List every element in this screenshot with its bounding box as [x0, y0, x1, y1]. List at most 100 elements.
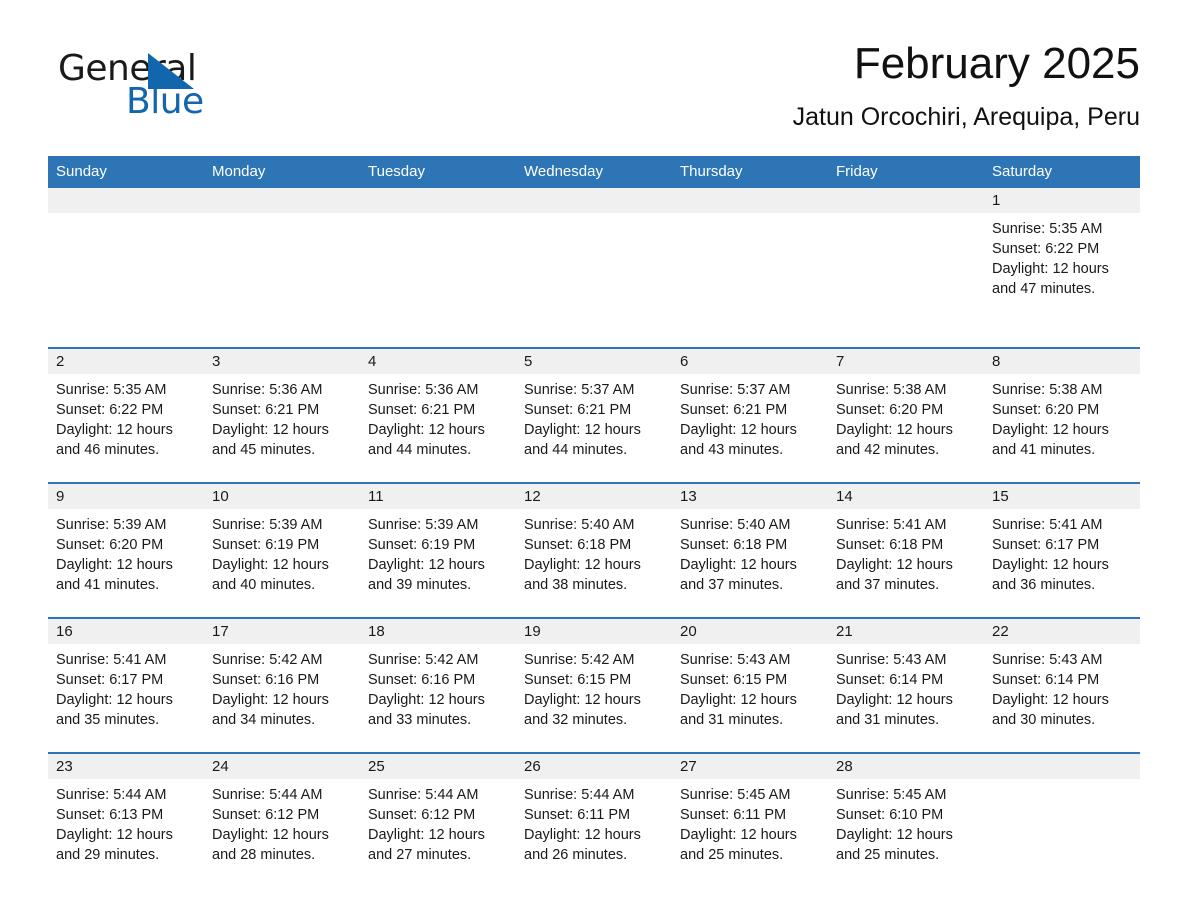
day-sunrise-text: Sunrise: 5:44 AM: [56, 787, 167, 803]
day-number: 4: [360, 349, 516, 374]
day-daylight-line1-text: Daylight: 12 hours: [524, 827, 641, 843]
day-number: [672, 188, 828, 213]
day-number: [984, 754, 1140, 779]
calendar-day-cell[interactable]: 28 Sunrise: 5:45 AM Sunset: 6:10 PM Dayligh…: [828, 754, 984, 875]
calendar-day-cell-empty: [204, 188, 360, 335]
weekday-header-row: Sunday Monday Tuesday Wednesday Thursday…: [48, 156, 1140, 188]
day-details: [204, 213, 360, 335]
day-number: 19: [516, 619, 672, 644]
day-number: 2: [48, 349, 204, 374]
day-sunrise-text: Sunrise: 5:45 AM: [836, 787, 947, 803]
calendar-day-cell[interactable]: 14 Sunrise: 5:41 AM Sunset: 6:18 PM Dayligh…: [828, 484, 984, 605]
day-daylight-line2-text: and 44 minutes.: [368, 442, 472, 458]
day-details: Sunrise: 5:41 AM Sunset: 6:17 PM Daylight:…: [984, 509, 1140, 605]
day-sunset-text: Sunset: 6:17 PM: [56, 672, 164, 688]
calendar-day-cell[interactable]: 10 Sunrise: 5:39 AM Sunset: 6:19 PM Dayligh…: [204, 484, 360, 605]
brand-logo[interactable]: General Blue: [48, 38, 308, 121]
day-number: 10: [204, 484, 360, 509]
weekday-header-wednesday: Wednesday: [524, 163, 603, 180]
weekday-header-sunday: Sunday: [56, 163, 107, 180]
day-details: Sunrise: 5:39 AM Sunset: 6:19 PM Daylight:…: [204, 509, 360, 605]
day-sunrise-text: Sunrise: 5:40 AM: [680, 517, 791, 533]
calendar-day-cell[interactable]: 6 Sunrise: 5:37 AM Sunset: 6:21 PM Daylight…: [672, 349, 828, 470]
day-daylight-line2-text: and 29 minutes.: [56, 847, 160, 863]
day-daylight-line2-text: and 40 minutes.: [212, 577, 316, 593]
day-daylight-line1-text: Daylight: 12 hours: [368, 422, 485, 438]
calendar-day-cell[interactable]: 13 Sunrise: 5:40 AM Sunset: 6:18 PM Dayligh…: [672, 484, 828, 605]
day-daylight-line2-text: and 37 minutes.: [680, 577, 784, 593]
calendar-day-cell[interactable]: 15 Sunrise: 5:41 AM Sunset: 6:17 PM Dayligh…: [984, 484, 1140, 605]
day-daylight-line2-text: and 28 minutes.: [212, 847, 316, 863]
day-daylight-line1-text: Daylight: 12 hours: [212, 422, 329, 438]
day-sunrise-text: Sunrise: 5:42 AM: [212, 652, 323, 668]
day-sunset-text: Sunset: 6:17 PM: [992, 537, 1100, 553]
calendar-day-cell[interactable]: 9 Sunrise: 5:39 AM Sunset: 6:20 PM Daylight…: [48, 484, 204, 605]
day-daylight-line1-text: Daylight: 12 hours: [836, 557, 953, 573]
day-sunrise-text: Sunrise: 5:44 AM: [368, 787, 479, 803]
day-details: Sunrise: 5:45 AM Sunset: 6:10 PM Daylight:…: [828, 779, 984, 875]
day-details: Sunrise: 5:44 AM Sunset: 6:13 PM Daylight:…: [48, 779, 204, 875]
calendar-day-cell[interactable]: 18 Sunrise: 5:42 AM Sunset: 6:16 PM Dayligh…: [360, 619, 516, 740]
calendar-day-cell[interactable]: 24 Sunrise: 5:44 AM Sunset: 6:12 PM Dayligh…: [204, 754, 360, 875]
day-sunset-text: Sunset: 6:22 PM: [992, 241, 1100, 257]
day-daylight-line1-text: Daylight: 12 hours: [368, 692, 485, 708]
day-details: [48, 213, 204, 335]
calendar-day-cell[interactable]: 25 Sunrise: 5:44 AM Sunset: 6:12 PM Dayligh…: [360, 754, 516, 875]
calendar-day-cell[interactable]: 16 Sunrise: 5:41 AM Sunset: 6:17 PM Dayligh…: [48, 619, 204, 740]
calendar-day-cell[interactable]: 3 Sunrise: 5:36 AM Sunset: 6:21 PM Daylight…: [204, 349, 360, 470]
day-sunrise-text: Sunrise: 5:36 AM: [368, 382, 479, 398]
day-details: Sunrise: 5:43 AM Sunset: 6:14 PM Daylight:…: [828, 644, 984, 740]
calendar-day-cell[interactable]: 1 Sunrise: 5:35 AM Sunset: 6:22 PM Daylight…: [984, 188, 1140, 335]
calendar-page: General Blue February 2025 Jatun Orcochi…: [0, 0, 1188, 918]
calendar-day-cell[interactable]: 5 Sunrise: 5:37 AM Sunset: 6:21 PM Daylight…: [516, 349, 672, 470]
week-spacer: [48, 740, 1140, 752]
day-sunrise-text: Sunrise: 5:35 AM: [56, 382, 167, 398]
calendar-weeks: 1 Sunrise: 5:35 AM Sunset: 6:22 PM Daylight…: [48, 188, 1140, 875]
day-daylight-line2-text: and 25 minutes.: [680, 847, 784, 863]
day-daylight-line2-text: and 38 minutes.: [524, 577, 628, 593]
day-sunrise-text: Sunrise: 5:39 AM: [368, 517, 479, 533]
calendar-day-cell-empty: [984, 754, 1140, 875]
day-details: Sunrise: 5:39 AM Sunset: 6:19 PM Daylight:…: [360, 509, 516, 605]
calendar-day-cell[interactable]: 4 Sunrise: 5:36 AM Sunset: 6:21 PM Daylight…: [360, 349, 516, 470]
day-details: [984, 779, 1140, 875]
day-sunrise-text: Sunrise: 5:44 AM: [212, 787, 323, 803]
calendar-day-cell[interactable]: 8 Sunrise: 5:38 AM Sunset: 6:20 PM Daylight…: [984, 349, 1140, 470]
day-details: Sunrise: 5:35 AM Sunset: 6:22 PM Daylight:…: [984, 213, 1140, 335]
week-spacer: [48, 470, 1140, 482]
calendar-table: Sunday Monday Tuesday Wednesday Thursday…: [48, 156, 1140, 875]
day-sunset-text: Sunset: 6:19 PM: [368, 537, 476, 553]
calendar-day-cell[interactable]: 17 Sunrise: 5:42 AM Sunset: 6:16 PM Dayligh…: [204, 619, 360, 740]
day-number: 6: [672, 349, 828, 374]
day-number: 28: [828, 754, 984, 779]
day-sunset-text: Sunset: 6:22 PM: [56, 402, 164, 418]
day-sunset-text: Sunset: 6:20 PM: [56, 537, 164, 553]
calendar-day-cell[interactable]: 23 Sunrise: 5:44 AM Sunset: 6:13 PM Dayligh…: [48, 754, 204, 875]
day-sunrise-text: Sunrise: 5:40 AM: [524, 517, 635, 533]
day-details: Sunrise: 5:44 AM Sunset: 6:11 PM Daylight:…: [516, 779, 672, 875]
calendar-day-cell[interactable]: 22 Sunrise: 5:43 AM Sunset: 6:14 PM Dayligh…: [984, 619, 1140, 740]
day-number: [360, 188, 516, 213]
day-sunset-text: Sunset: 6:18 PM: [680, 537, 788, 553]
calendar-day-cell[interactable]: 20 Sunrise: 5:43 AM Sunset: 6:15 PM Dayligh…: [672, 619, 828, 740]
day-sunset-text: Sunset: 6:12 PM: [368, 807, 476, 823]
day-daylight-line1-text: Daylight: 12 hours: [992, 422, 1109, 438]
calendar-day-cell[interactable]: 12 Sunrise: 5:40 AM Sunset: 6:18 PM Dayligh…: [516, 484, 672, 605]
calendar-day-cell[interactable]: 19 Sunrise: 5:42 AM Sunset: 6:15 PM Dayligh…: [516, 619, 672, 740]
calendar-day-cell[interactable]: 21 Sunrise: 5:43 AM Sunset: 6:14 PM Dayligh…: [828, 619, 984, 740]
day-daylight-line1-text: Daylight: 12 hours: [56, 827, 173, 843]
calendar-day-cell[interactable]: 7 Sunrise: 5:38 AM Sunset: 6:20 PM Daylight…: [828, 349, 984, 470]
day-number: 1: [984, 188, 1140, 213]
day-number: 7: [828, 349, 984, 374]
day-sunset-text: Sunset: 6:19 PM: [212, 537, 320, 553]
calendar-day-cell[interactable]: 27 Sunrise: 5:45 AM Sunset: 6:11 PM Dayligh…: [672, 754, 828, 875]
day-sunrise-text: Sunrise: 5:39 AM: [56, 517, 167, 533]
day-daylight-line1-text: Daylight: 12 hours: [212, 827, 329, 843]
day-daylight-line1-text: Daylight: 12 hours: [680, 827, 797, 843]
day-daylight-line1-text: Daylight: 12 hours: [992, 557, 1109, 573]
day-daylight-line2-text: and 39 minutes.: [368, 577, 472, 593]
calendar-day-cell[interactable]: 11 Sunrise: 5:39 AM Sunset: 6:19 PM Dayligh…: [360, 484, 516, 605]
calendar-day-cell[interactable]: 2 Sunrise: 5:35 AM Sunset: 6:22 PM Daylight…: [48, 349, 204, 470]
calendar-day-cell[interactable]: 26 Sunrise: 5:44 AM Sunset: 6:11 PM Dayligh…: [516, 754, 672, 875]
day-details: [360, 213, 516, 335]
